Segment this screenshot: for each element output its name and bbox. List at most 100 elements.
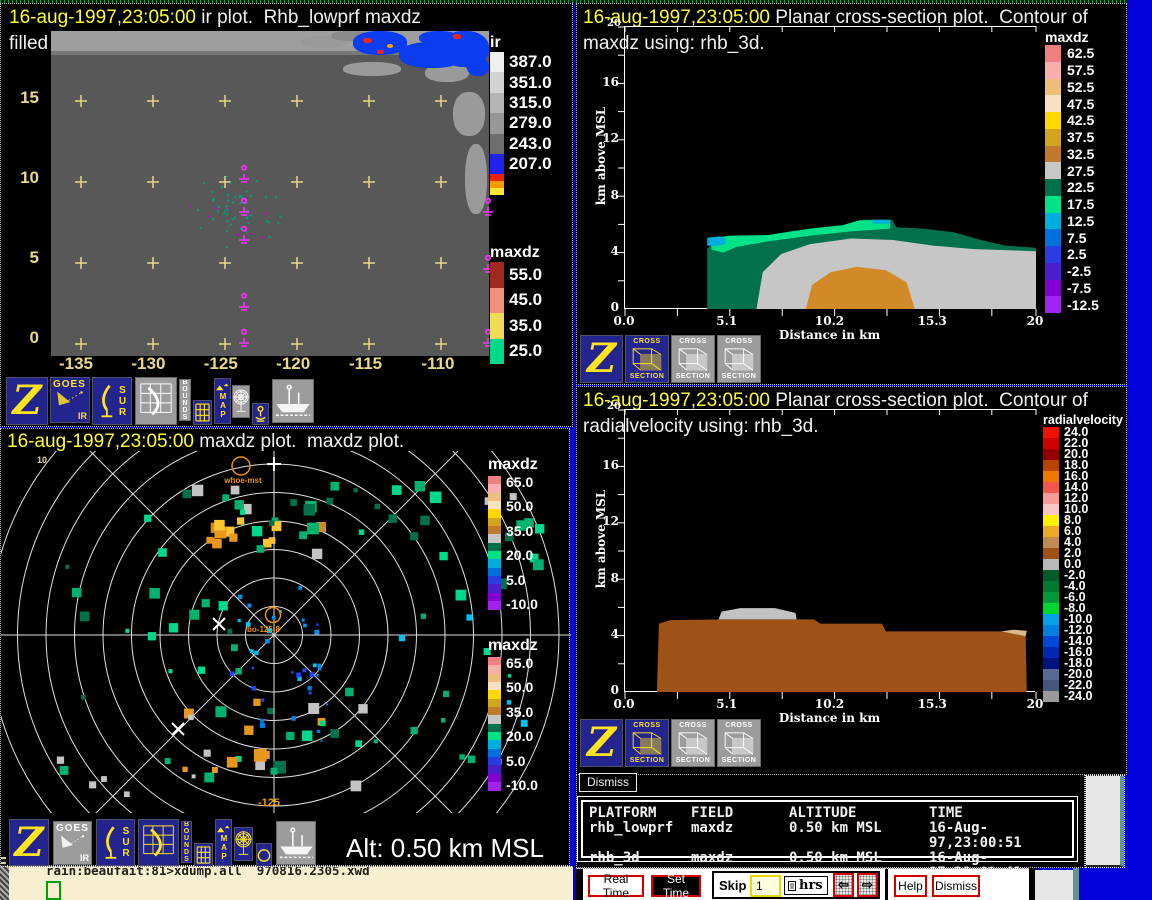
grid-icon [196, 846, 211, 864]
goes-ir-button[interactable]: GOES IR [50, 377, 90, 423]
cross-section-button[interactable]: CROSS SECTION [717, 719, 761, 767]
help-button[interactable]: Help [894, 875, 927, 897]
colorbar-swatch [488, 526, 501, 534]
cell-time: 16-Aug-97,23:00:51 [929, 821, 1066, 851]
colorbar-swatch [1043, 592, 1059, 603]
colorbar-row: -24.0 [1043, 691, 1123, 702]
polar-web-button[interactable] [232, 385, 250, 418]
terminal-cursor [46, 881, 61, 900]
ship-button[interactable] [272, 379, 314, 423]
zebra-logo-button[interactable]: Z [580, 335, 623, 383]
grid-button[interactable] [194, 843, 213, 867]
colorbar-tick: 50.0 [506, 681, 538, 693]
bounds-button[interactable]: BOUNDS [181, 821, 192, 863]
background-scrollbar[interactable] [1086, 776, 1124, 867]
set-time-button[interactable]: Set Time [651, 875, 701, 897]
colorbar-row: 315.0 [490, 93, 552, 113]
hrs-button[interactable]: hrs [784, 876, 828, 895]
colorbar-swatch [1043, 427, 1059, 438]
polar-web-button[interactable] [234, 827, 253, 861]
time-control-bar: Real Time Set Time Skip hrs ⇦ ⇨ Help Dis… [576, 868, 1029, 900]
bounds-button[interactable]: BOUNDS [179, 379, 191, 421]
colorbar-swatch [488, 501, 501, 509]
radar-grid-button-active[interactable] [138, 819, 179, 866]
surveillance-radar-button[interactable]: SUR [92, 377, 132, 425]
colorbar-swatch [488, 782, 501, 790]
cross-section-button[interactable]: CROSS SECTION [671, 719, 715, 767]
cell-platform: rhb_lowprf [589, 821, 691, 851]
colorbar-swatch [488, 707, 501, 715]
panel-title: 16-aug-1997,23:05:00 maxdz plot. maxdz p… [7, 431, 404, 453]
ir-colorbar: ir 387.0351.0315.0279.0243.0207.0 [490, 34, 552, 195]
colorbar-swatch [488, 534, 501, 542]
step-forward-button[interactable]: ⇨ [857, 873, 878, 897]
dismiss-button[interactable]: Dismiss [932, 875, 980, 897]
colorbar-swatch [1043, 570, 1059, 581]
corner-tick: 10 [37, 455, 47, 465]
skip-value-input[interactable] [750, 875, 781, 897]
colorbar-tick: 35.0 [506, 525, 538, 537]
ship-button[interactable] [276, 821, 316, 865]
x-tick-label: 15.3 [904, 314, 960, 328]
zebra-logo-button[interactable]: Z [580, 719, 623, 767]
surveillance-radar-button[interactable]: SUR [96, 819, 135, 866]
x-tick-label: -125 [193, 354, 249, 374]
colorbar-tick: 32.5 [1067, 146, 1094, 162]
buoy-button[interactable] [252, 403, 269, 425]
cross-section-button[interactable]: CROSS SECTION [671, 335, 715, 383]
map-button[interactable]: MAP [214, 378, 231, 424]
radar-grid-icon [137, 380, 175, 422]
buoy-icon [253, 405, 268, 424]
terminal-scrollbar[interactable] [0, 867, 9, 900]
colorbar-tick: 50.0 [506, 500, 538, 512]
colorbar-tick: 387.0 [509, 52, 552, 72]
cube-icon [631, 347, 663, 371]
colorbar-row: -2.5 [1045, 263, 1099, 280]
circle-button[interactable] [256, 843, 272, 867]
cross-section-button[interactable]: CROSS SECTION [717, 335, 761, 383]
colorbar-tick: 12.5 [1067, 213, 1094, 229]
y-tick-label: 8 [589, 186, 619, 204]
x-axis-ticks: 0.05.110.215.320 [596, 697, 1063, 711]
xsec-plot-area: km above MSL [624, 26, 1035, 309]
colorbar-swatch [488, 724, 501, 732]
background-window-edge [1073, 868, 1079, 900]
colorbar-swatch [1043, 680, 1059, 691]
colorbar-tick: -10.0 [506, 598, 538, 610]
colorbar-swatch [490, 174, 504, 181]
zebra-logo-button[interactable]: Z [6, 377, 48, 425]
colorbar-swatch [1045, 280, 1061, 297]
polar-web-icon [233, 387, 249, 416]
step-back-button[interactable]: ⇦ [833, 873, 854, 897]
cube-icon [677, 347, 709, 371]
dismiss-overlay-button[interactable]: Dismiss [579, 773, 637, 792]
colorbar-tick: 20.0 [506, 549, 538, 561]
map-button[interactable]: MAP [215, 819, 232, 866]
colorbar-swatch [1043, 581, 1059, 592]
colorbar-swatch [1045, 95, 1061, 112]
colorbar-swatch [1045, 179, 1061, 196]
goes-ir-button[interactable]: GOES IR [53, 821, 92, 865]
xsec-maxdz-contours [625, 26, 1036, 309]
colorbar-swatch [1045, 246, 1061, 263]
zebra-logo-button[interactable]: Z [9, 819, 49, 866]
colorbar-tick: 42.5 [1067, 112, 1094, 128]
radar-grid-button[interactable] [135, 377, 177, 425]
grid-button[interactable] [193, 400, 212, 425]
y-tick-label: 4 [589, 242, 619, 260]
colorbar-swatch [488, 509, 501, 517]
colorbar-swatch [490, 288, 504, 314]
cross-section-button-active[interactable]: CROSS SECTION [625, 335, 669, 383]
real-time-button[interactable]: Real Time [588, 875, 644, 897]
colorbar-title: maxdz [490, 244, 542, 262]
colorbar-tick: 65.0 [506, 476, 538, 488]
colorbar-row: 351.0 [490, 72, 552, 92]
colorbar-tick: 35.0 [506, 706, 538, 718]
cross-section-button-active[interactable]: CROSS SECTION [625, 719, 669, 767]
terminal-window[interactable]: rain:beaufait:81>xdump.all 970816.2305.x… [0, 866, 573, 900]
table-header-cell: ALTITUDE [789, 806, 929, 821]
colorbar-swatch [488, 584, 501, 592]
colorbar-tick: 27.5 [1067, 163, 1094, 179]
colorbar-tick: 62.5 [1067, 45, 1094, 61]
timestamp: 16-aug-1997,23:05:00 [7, 431, 194, 452]
